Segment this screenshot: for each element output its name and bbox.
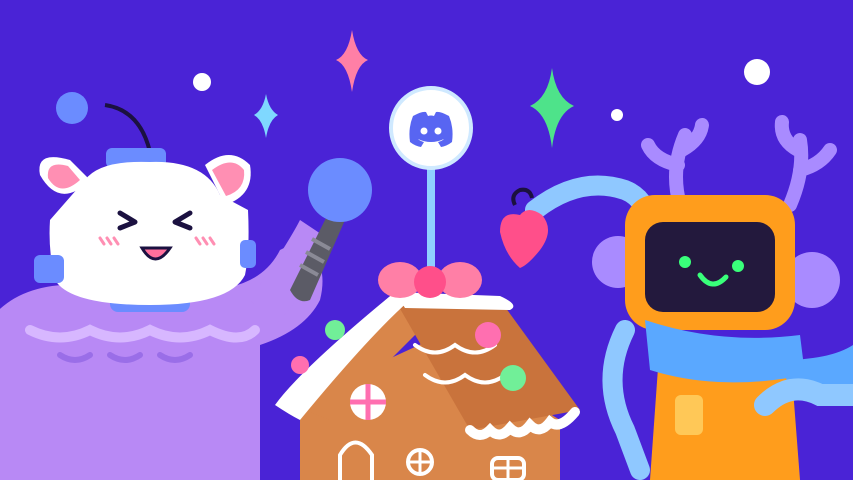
candy-green-small	[325, 320, 345, 340]
helmet-side-knob	[34, 255, 64, 283]
discord-eye-left	[420, 127, 428, 135]
helmet-side-knob-right	[240, 240, 256, 268]
robot-eye-left	[679, 256, 691, 268]
microphone-head	[308, 158, 372, 222]
candy-pink-small	[291, 356, 309, 374]
candy-green	[500, 365, 526, 391]
robot-eye-right	[732, 260, 744, 272]
ribbon-bow-knot	[414, 266, 446, 298]
candy-pink	[475, 322, 501, 348]
robot-screen	[645, 222, 775, 312]
star-dot-icon	[744, 59, 770, 85]
robot-chest-panel	[675, 395, 703, 435]
star-dot-icon	[611, 109, 623, 121]
antenna-ball	[56, 92, 88, 124]
discord-eye-right	[434, 127, 442, 135]
holiday-illustration	[0, 0, 853, 480]
discord-logo-icon	[409, 111, 453, 147]
star-dot-icon	[193, 73, 211, 91]
